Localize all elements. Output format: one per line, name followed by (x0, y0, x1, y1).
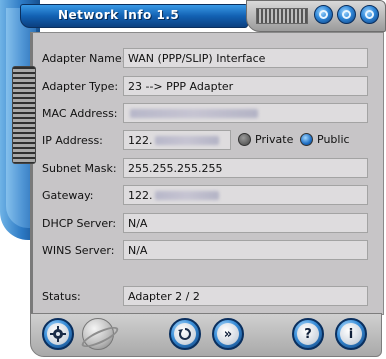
minimize-button[interactable] (314, 5, 333, 24)
window-title: Network Info 1.5 (58, 8, 180, 22)
private-radio[interactable]: Private (238, 133, 293, 146)
subnet-mask-label: Subnet Mask: (42, 162, 117, 175)
adapter-type-field[interactable]: 23 --> PPP Adapter (123, 76, 368, 96)
gateway-label: Gateway: (42, 189, 94, 202)
public-radio-dot (300, 133, 313, 146)
wins-server-field[interactable]: N/A (123, 240, 368, 260)
grill-decoration (256, 8, 308, 24)
private-label: Private (255, 133, 294, 146)
wins-server-value: N/A (128, 244, 148, 257)
subnet-mask-value: 255.255.255.255 (128, 162, 223, 175)
status-field[interactable]: Adapter 2 / 2 (123, 286, 368, 306)
info-icon: i (340, 323, 362, 345)
dhcp-server-label: DHCP Server: (42, 217, 117, 230)
status-value: Adapter 2 / 2 (128, 290, 200, 303)
dhcp-server-value: N/A (128, 217, 148, 230)
subnet-mask-field[interactable]: 255.255.255.255 (123, 158, 368, 178)
close-button[interactable] (360, 5, 379, 24)
ip-address-value: 122. (128, 134, 153, 147)
public-label: Public (317, 133, 350, 146)
redacted-gateway (154, 191, 219, 200)
redacted-mac (130, 109, 258, 118)
ip-address-label: IP Address: (42, 134, 103, 147)
restore-button[interactable] (337, 5, 356, 24)
refresh-button[interactable] (169, 318, 201, 350)
settings-button[interactable] (42, 318, 74, 350)
mac-address-label: MAC Address: (42, 107, 118, 120)
next-adapter-button[interactable]: » (212, 318, 244, 350)
mac-address-field[interactable] (123, 103, 368, 123)
next-adapter-icon: » (217, 323, 239, 345)
wins-server-label: WINS Server: (42, 244, 115, 257)
redacted-ip (154, 136, 219, 145)
gateway-value: 122. (128, 189, 153, 202)
help-icon: ? (297, 323, 319, 345)
adapter-name-field[interactable]: WAN (PPP/SLIP) Interface (123, 48, 368, 68)
adapter-name-label: Adapter Name: (42, 52, 126, 65)
side-grip[interactable] (12, 66, 36, 164)
help-button[interactable]: ? (292, 318, 324, 350)
adapter-name-value: WAN (PPP/SLIP) Interface (128, 52, 266, 65)
public-radio[interactable]: Public (300, 133, 350, 146)
gear-icon (47, 323, 69, 345)
private-radio-dot (238, 133, 251, 146)
dhcp-server-field[interactable]: N/A (123, 213, 368, 233)
globe-icon[interactable] (82, 318, 114, 350)
refresh-icon (174, 323, 196, 345)
info-button[interactable]: i (335, 318, 367, 350)
adapter-type-value: 23 --> PPP Adapter (128, 80, 234, 93)
gateway-field[interactable]: 122. (123, 185, 368, 205)
adapter-type-label: Adapter Type: (42, 80, 119, 93)
app-window: Network Info 1.5 Adapter Name: Adapter T… (0, 0, 386, 359)
status-label: Status: (42, 290, 81, 303)
ip-address-field[interactable]: 122. (123, 130, 231, 150)
